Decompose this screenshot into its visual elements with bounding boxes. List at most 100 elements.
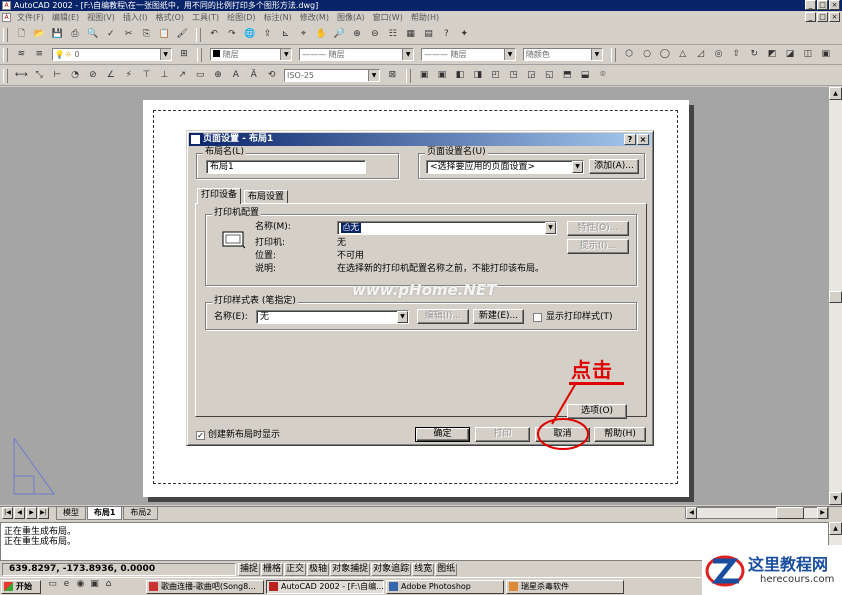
- linear-dimension-icon[interactable]: ⟷: [15, 69, 28, 82]
- minimize-button[interactable]: _: [805, 0, 816, 10]
- baseline-dimension-icon[interactable]: ⊤: [140, 69, 153, 82]
- dimension-text-edit-icon[interactable]: Ä: [247, 69, 260, 82]
- extrude-icon[interactable]: ⇧: [730, 48, 743, 61]
- ie-quick-launch-icon[interactable]: e: [60, 578, 73, 591]
- media-quick-launch-icon[interactable]: ◉: [74, 578, 87, 591]
- plotstyle-select[interactable]: 随颜色 ▼: [522, 48, 603, 61]
- coordinate-readout[interactable]: 639.8297, -173.8936, 0.0000: [2, 563, 236, 576]
- chevron-down-icon[interactable]: ▼: [402, 49, 414, 60]
- copy-icon[interactable]: ⎘: [140, 28, 153, 41]
- menu-edit[interactable]: 编辑(E): [52, 12, 79, 23]
- pan-icon[interactable]: ✋: [315, 28, 328, 41]
- mode-paper[interactable]: 图纸: [435, 563, 458, 576]
- slice-icon[interactable]: ◩: [766, 48, 779, 61]
- folder-quick-launch-icon[interactable]: ▣: [88, 578, 101, 591]
- aligned-dimension-icon[interactable]: ⤡: [33, 69, 46, 82]
- layer-select[interactable]: 💡☼ 0 ▼: [51, 48, 172, 61]
- match-properties-icon[interactable]: 🖌: [176, 28, 189, 41]
- save-icon[interactable]: 💾: [51, 28, 64, 41]
- tool-palette-icon[interactable]: ▤: [422, 28, 435, 41]
- leader-icon[interactable]: ↗: [176, 69, 189, 82]
- ok-button[interactable]: 确定: [415, 427, 470, 442]
- scroll-thumb[interactable]: [829, 291, 842, 303]
- interfere-icon[interactable]: ◫: [801, 48, 814, 61]
- mode-polar[interactable]: 极轴: [307, 563, 330, 576]
- tab-first-icon[interactable]: |◀: [2, 507, 13, 519]
- chevron-down-icon[interactable]: ▼: [368, 70, 379, 81]
- tab-model[interactable]: 模型: [56, 507, 86, 520]
- cylinder-icon[interactable]: ◯: [658, 48, 671, 61]
- document-icon[interactable]: A: [2, 13, 11, 22]
- layer-manager-icon[interactable]: ≋: [15, 48, 28, 61]
- mode-grid[interactable]: 栅格: [261, 563, 284, 576]
- revolve-icon[interactable]: ↻: [748, 48, 761, 61]
- scroll-down-button[interactable]: ▼: [829, 492, 842, 505]
- toolbar-grip[interactable]: [3, 28, 8, 42]
- tab-next-icon[interactable]: ▶: [26, 507, 37, 519]
- scroll-up-button[interactable]: ▲: [829, 522, 842, 535]
- color-select[interactable]: 随层 ▼: [210, 48, 293, 61]
- taskbar-item-antivirus[interactable]: 瑞星杀毒软件: [506, 580, 624, 594]
- show-plot-styles-checkbox[interactable]: [533, 313, 542, 322]
- box-icon[interactable]: ⬡: [623, 48, 636, 61]
- menu-view[interactable]: 视图(V): [87, 12, 115, 23]
- hyperlink-icon[interactable]: 🌐: [243, 28, 256, 41]
- menu-dimension[interactable]: 标注(N): [264, 12, 292, 23]
- plotter-properties-button[interactable]: 特性(O)...: [567, 221, 629, 236]
- tab-plot-device[interactable]: 打印设备: [197, 188, 242, 204]
- show-desktop-icon[interactable]: ▭: [46, 578, 59, 591]
- spell-icon[interactable]: ✓: [104, 28, 117, 41]
- new-plot-style-button[interactable]: 新建(E)...: [473, 309, 524, 324]
- tracking-icon[interactable]: ⌖: [297, 28, 310, 41]
- edit-plot-style-button[interactable]: 编辑(I)...: [417, 309, 469, 324]
- doc-close-button[interactable]: ×: [829, 12, 840, 22]
- dimension-style-icon[interactable]: ⊠: [386, 69, 399, 82]
- torus-icon[interactable]: ◎: [712, 48, 725, 61]
- menu-file[interactable]: 文件(F): [17, 12, 44, 23]
- open-file-icon[interactable]: 📂: [33, 28, 46, 41]
- dimension-update-icon[interactable]: ⟲: [265, 69, 278, 82]
- print-preview-icon[interactable]: 🔍: [86, 28, 99, 41]
- mode-osnap[interactable]: 对象捕捉: [330, 563, 371, 576]
- radius-dimension-icon[interactable]: ◔: [69, 69, 82, 82]
- new-file-icon[interactable]: 🗋: [15, 28, 28, 41]
- toolbar-grip[interactable]: [3, 69, 8, 83]
- view-bottom-icon[interactable]: ▣: [436, 69, 449, 82]
- menu-window[interactable]: 窗口(W): [373, 12, 403, 23]
- view-back-icon[interactable]: ◳: [507, 69, 520, 82]
- ordinate-dimension-icon[interactable]: ⊢: [51, 69, 64, 82]
- make-layer-current-icon[interactable]: ⊞: [178, 48, 191, 61]
- view-sw-iso-icon[interactable]: ◲: [525, 69, 538, 82]
- taskbar-item-photoshop[interactable]: Adobe Photoshop: [386, 580, 504, 594]
- horizontal-scrollbar[interactable]: ◀ ▶: [685, 507, 829, 519]
- view-right-icon[interactable]: ◨: [471, 69, 484, 82]
- plot-style-name-select[interactable]: 无 ▼: [256, 310, 409, 324]
- camera-icon[interactable]: ⌾: [596, 69, 609, 82]
- undo-icon[interactable]: ↶: [208, 28, 221, 41]
- cone-icon[interactable]: △: [676, 48, 689, 61]
- plot-button[interactable]: 打印: [475, 427, 530, 442]
- chevron-down-icon[interactable]: ▼: [545, 222, 556, 234]
- chevron-down-icon[interactable]: ▼: [159, 49, 171, 60]
- mode-snap[interactable]: 捕捉: [238, 563, 261, 576]
- menu-image[interactable]: 图像(A): [337, 12, 365, 23]
- tolerance-icon[interactable]: ▭: [194, 69, 207, 82]
- zoom-window-icon[interactable]: ⊕: [351, 28, 364, 41]
- center-mark-icon[interactable]: ⊕: [212, 69, 225, 82]
- wedge-icon[interactable]: ◿: [694, 48, 707, 61]
- scroll-left-button[interactable]: ◀: [686, 507, 697, 519]
- scroll-right-button[interactable]: ▶: [817, 507, 828, 519]
- chevron-down-icon[interactable]: ▼: [280, 49, 292, 60]
- vertical-scrollbar[interactable]: ▲ ▼: [829, 87, 842, 505]
- menu-tools[interactable]: 工具(T): [192, 12, 219, 23]
- page-setup-name-select[interactable]: <选择要应用的页面设置> ▼: [426, 160, 584, 174]
- tab-last-icon[interactable]: ▶|: [38, 507, 49, 519]
- sphere-icon[interactable]: ○: [641, 48, 654, 61]
- zoom-previous-icon[interactable]: ⊖: [368, 28, 381, 41]
- dimstyle-select[interactable]: ISO-25 ▼: [284, 69, 380, 82]
- taskbar-item-song[interactable]: 歌曲连播-歌曲吧(Song8...: [146, 580, 264, 594]
- redo-icon[interactable]: ↷: [225, 28, 238, 41]
- plotter-hints-button[interactable]: 提示(I)...: [567, 239, 629, 254]
- close-button[interactable]: ×: [829, 0, 840, 10]
- tab-layout-settings[interactable]: 布局设置: [244, 190, 289, 204]
